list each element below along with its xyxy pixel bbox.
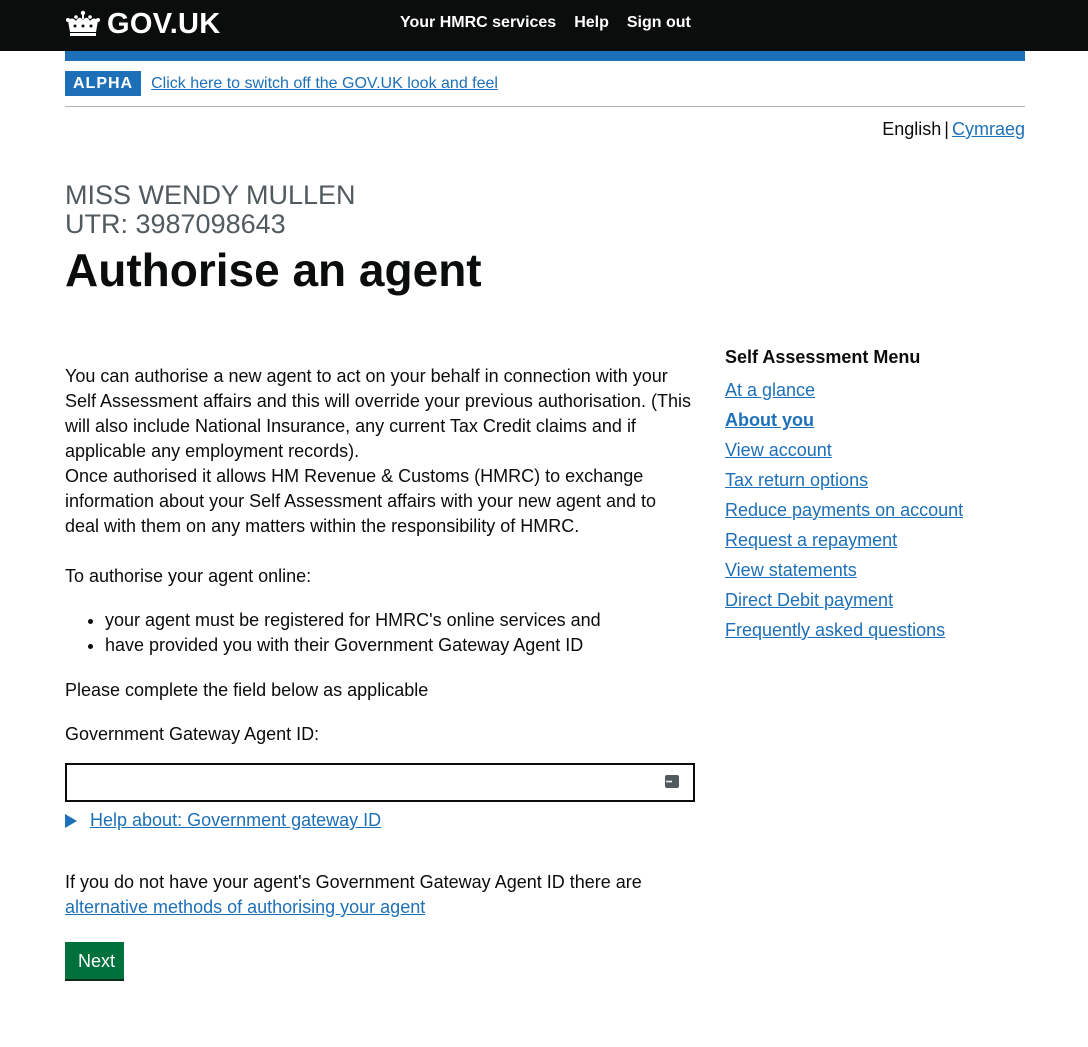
password-manager-icon[interactable] [665, 770, 679, 795]
how-to-text: To authorise your agent online: [65, 566, 312, 586]
sidebar-link[interactable]: Direct Debit payment [725, 590, 893, 610]
switch-look-link[interactable]: Click here to switch off the GOV.UK look… [151, 75, 498, 93]
nav-your-hmrc-services[interactable]: Your HMRC services [400, 14, 556, 32]
divider [65, 106, 1025, 107]
language-separator: | [944, 119, 949, 139]
help-details[interactable]: Help about: Government gateway ID [65, 808, 695, 833]
sidebar-link[interactable]: About you [725, 410, 814, 430]
sidebar-item-reduce-payments: Reduce payments on account [725, 495, 1025, 525]
sidebar-item-at-a-glance: At a glance [725, 375, 1025, 405]
sidebar-list: At a glance About you View account Tax r… [725, 375, 1025, 645]
sidebar-item-faq: Frequently asked questions [725, 615, 1025, 645]
sidebar-link[interactable]: Request a repayment [725, 530, 897, 550]
alternative-text: If you do not have your agent's Governme… [65, 870, 695, 920]
list-item: have provided you with their Government … [105, 633, 695, 658]
header-nav: Your HMRC services Help Sign out [400, 14, 709, 32]
agent-id-field [65, 763, 695, 802]
sidebar-item-view-account: View account [725, 435, 1025, 465]
taxpayer-utr: UTR: 3987098643 [65, 209, 286, 239]
site-header: GOV.UK Your HMRC services Help Sign out [0, 0, 1088, 51]
main-content: You can authorise a new agent to act on … [65, 364, 695, 979]
taxpayer-name: MISS WENDY MULLEN [65, 180, 356, 210]
sidebar-heading: Self Assessment Menu [725, 347, 921, 367]
sidebar-item-request-repayment: Request a repayment [725, 525, 1025, 555]
sidebar-item-about-you: About you [725, 405, 1025, 435]
header-blue-bar [65, 51, 1025, 61]
alternative-methods-link[interactable]: alternative methods of authorising your … [65, 897, 425, 917]
sidebar-link[interactable]: Tax return options [725, 470, 868, 490]
language-cymraeg-link[interactable]: Cymraeg [952, 119, 1025, 139]
sidebar-link[interactable]: View account [725, 440, 832, 460]
disclosure-triangle-icon [65, 813, 77, 828]
logo-text: GOV.UK [107, 7, 221, 40]
agent-id-input[interactable] [67, 765, 663, 800]
intro-paragraph-2: Once authorised it allows HM Revenue & C… [65, 466, 656, 536]
requirements-list: your agent must be registered for HMRC's… [65, 608, 695, 658]
agent-id-label: Government Gateway Agent ID: [65, 724, 320, 744]
sidebar-item-tax-return-options: Tax return options [725, 465, 1025, 495]
phase-banner: ALPHA Click here to switch off the GOV.U… [65, 71, 498, 96]
alternative-text-lead: If you do not have your agent's Governme… [65, 872, 642, 892]
phase-tag: ALPHA [65, 71, 142, 96]
sidebar-link[interactable]: Reduce payments on account [725, 500, 963, 520]
sidebar-item-view-statements: View statements [725, 555, 1025, 585]
complete-instruction: Please complete the field below as appli… [65, 680, 429, 700]
nav-help[interactable]: Help [574, 14, 609, 32]
govuk-logo[interactable]: GOV.UK [65, 8, 221, 40]
sidebar-link[interactable]: View statements [725, 560, 857, 580]
language-toggle: English | Cymraeg [882, 119, 1025, 140]
list-item: your agent must be registered for HMRC's… [105, 608, 695, 633]
sidebar-link[interactable]: Frequently asked questions [725, 620, 945, 640]
sidebar-link[interactable]: At a glance [725, 380, 815, 400]
next-button[interactable]: Next [65, 942, 125, 979]
sidebar-item-direct-debit: Direct Debit payment [725, 585, 1025, 615]
language-current: English [882, 119, 942, 139]
page-caption: MISS WENDY MULLEN UTR: 3987098643 [65, 181, 356, 239]
help-gateway-id-link[interactable]: Help about: Government gateway ID [90, 808, 381, 833]
sidebar-menu: Self Assessment Menu At a glance About y… [725, 345, 1025, 645]
nav-sign-out[interactable]: Sign out [627, 14, 691, 32]
page-title: Authorise an agent [65, 244, 482, 296]
crown-icon [66, 10, 100, 36]
intro-paragraph-1: You can authorise a new agent to act on … [65, 366, 691, 461]
